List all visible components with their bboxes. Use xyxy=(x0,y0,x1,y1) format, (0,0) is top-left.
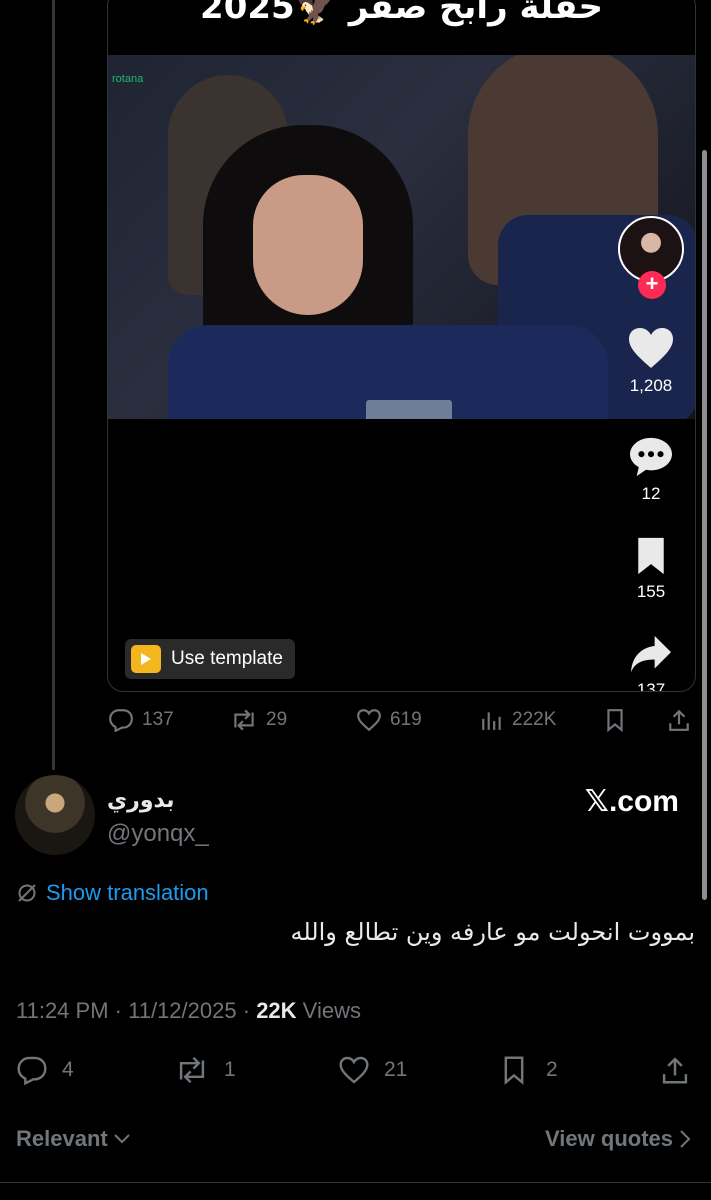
bookmark-icon xyxy=(638,537,664,575)
reply-button[interactable]: 4 xyxy=(16,1055,74,1085)
tweet-date[interactable]: 11/12/2025 xyxy=(128,998,236,1023)
share-arrow-icon xyxy=(631,635,671,673)
bookmark-outline-icon xyxy=(504,1056,524,1085)
author-handle[interactable]: @yonqx_ xyxy=(107,820,209,848)
reply-count: 4 xyxy=(62,1058,74,1081)
video-save-button[interactable]: 155 xyxy=(614,536,688,602)
section-divider xyxy=(0,1182,711,1183)
quoted-views-button[interactable]: 222K xyxy=(480,708,556,732)
view-quotes-label: View quotes xyxy=(545,1126,673,1151)
video-comment-button[interactable]: 12 xyxy=(614,436,688,504)
author-display-name[interactable]: بدوري xyxy=(107,788,174,813)
heart-icon xyxy=(629,328,673,368)
comment-bubble-icon xyxy=(630,437,672,477)
repost-button[interactable]: 1 xyxy=(174,1055,236,1085)
meta-separator: · xyxy=(242,998,257,1023)
author-avatar[interactable] xyxy=(15,775,95,855)
show-translation-link[interactable]: Show translation xyxy=(16,880,209,906)
use-template-label: Use template xyxy=(171,648,283,669)
translate-icon xyxy=(18,884,36,902)
quoted-like-count: 619 xyxy=(390,709,422,730)
repost-count: 1 xyxy=(224,1058,236,1081)
tweet-views-count: 22K xyxy=(256,998,297,1023)
template-icon xyxy=(131,645,161,673)
video-share-count: 137 xyxy=(636,680,666,692)
view-quotes-link[interactable]: View quotes xyxy=(545,1126,691,1152)
video-like-button[interactable]: 1,208 xyxy=(614,326,688,396)
quoted-repost-count: 29 xyxy=(266,709,288,730)
broadcaster-logo: rotana xyxy=(112,73,144,85)
chevron-down-icon xyxy=(114,1134,130,1144)
video-title-overlay: حفلة رابح صقر 🦅2025 xyxy=(200,0,603,27)
quoted-like-button[interactable]: 619 xyxy=(356,708,422,732)
quoted-bookmark-button[interactable] xyxy=(604,708,626,732)
reply-icon xyxy=(17,1056,47,1085)
tweet-time[interactable]: 11:24 PM xyxy=(16,998,109,1023)
video-comment-count: 12 xyxy=(641,484,661,503)
repost-icon xyxy=(179,1056,205,1084)
like-count: 21 xyxy=(384,1058,408,1081)
video-frame[interactable]: rotana xyxy=(108,55,695,419)
thread-connector-line xyxy=(52,0,55,770)
use-template-button[interactable]: Use template xyxy=(125,639,295,679)
heart-outline-icon xyxy=(357,709,381,732)
seat-tag xyxy=(366,400,452,419)
meta-separator: · xyxy=(114,998,129,1023)
tweet-views-label: Views xyxy=(302,998,361,1023)
video-share-button[interactable]: 137 xyxy=(614,634,688,692)
follow-plus-icon[interactable]: + xyxy=(638,271,666,299)
quoted-reply-button[interactable]: 137 xyxy=(108,708,174,732)
reply-icon xyxy=(109,709,133,732)
bookmark-outline-icon xyxy=(607,709,623,732)
share-button[interactable] xyxy=(660,1055,690,1085)
quoted-share-button[interactable] xyxy=(667,708,691,732)
embedded-video-card[interactable]: حفلة رابح صقر 🦅2025 rotana + 1,208 12 15… xyxy=(107,0,696,692)
quoted-views-count: 222K xyxy=(512,709,557,730)
share-upload-icon xyxy=(669,709,689,731)
bookmark-count: 2 xyxy=(546,1058,558,1081)
quoted-reply-count: 137 xyxy=(142,709,174,730)
repost-icon xyxy=(234,709,254,731)
bookmark-button[interactable]: 2 xyxy=(500,1055,558,1085)
reply-sort-dropdown[interactable]: Relevant xyxy=(16,1126,132,1152)
x-com-watermark: 𝕏.com xyxy=(584,785,679,818)
reply-sort-label: Relevant xyxy=(16,1126,108,1151)
quoted-repost-button[interactable]: 29 xyxy=(230,708,287,732)
views-bar-icon xyxy=(482,712,501,730)
video-like-count: 1,208 xyxy=(629,376,673,395)
chevron-right-icon xyxy=(680,1130,691,1148)
subject-face xyxy=(253,175,363,315)
like-button[interactable]: 21 xyxy=(338,1055,407,1085)
show-translation-label: Show translation xyxy=(46,880,209,905)
tweet-text: بمووت انحولت مو عارفه وين تطالع والله xyxy=(290,918,695,946)
share-upload-icon xyxy=(662,1057,688,1084)
heart-outline-icon xyxy=(339,1056,369,1084)
tweet-meta: 11:24 PM · 11/12/2025 · 22K Views xyxy=(16,998,361,1024)
scrollbar[interactable] xyxy=(702,150,707,900)
video-save-count: 155 xyxy=(636,582,666,601)
